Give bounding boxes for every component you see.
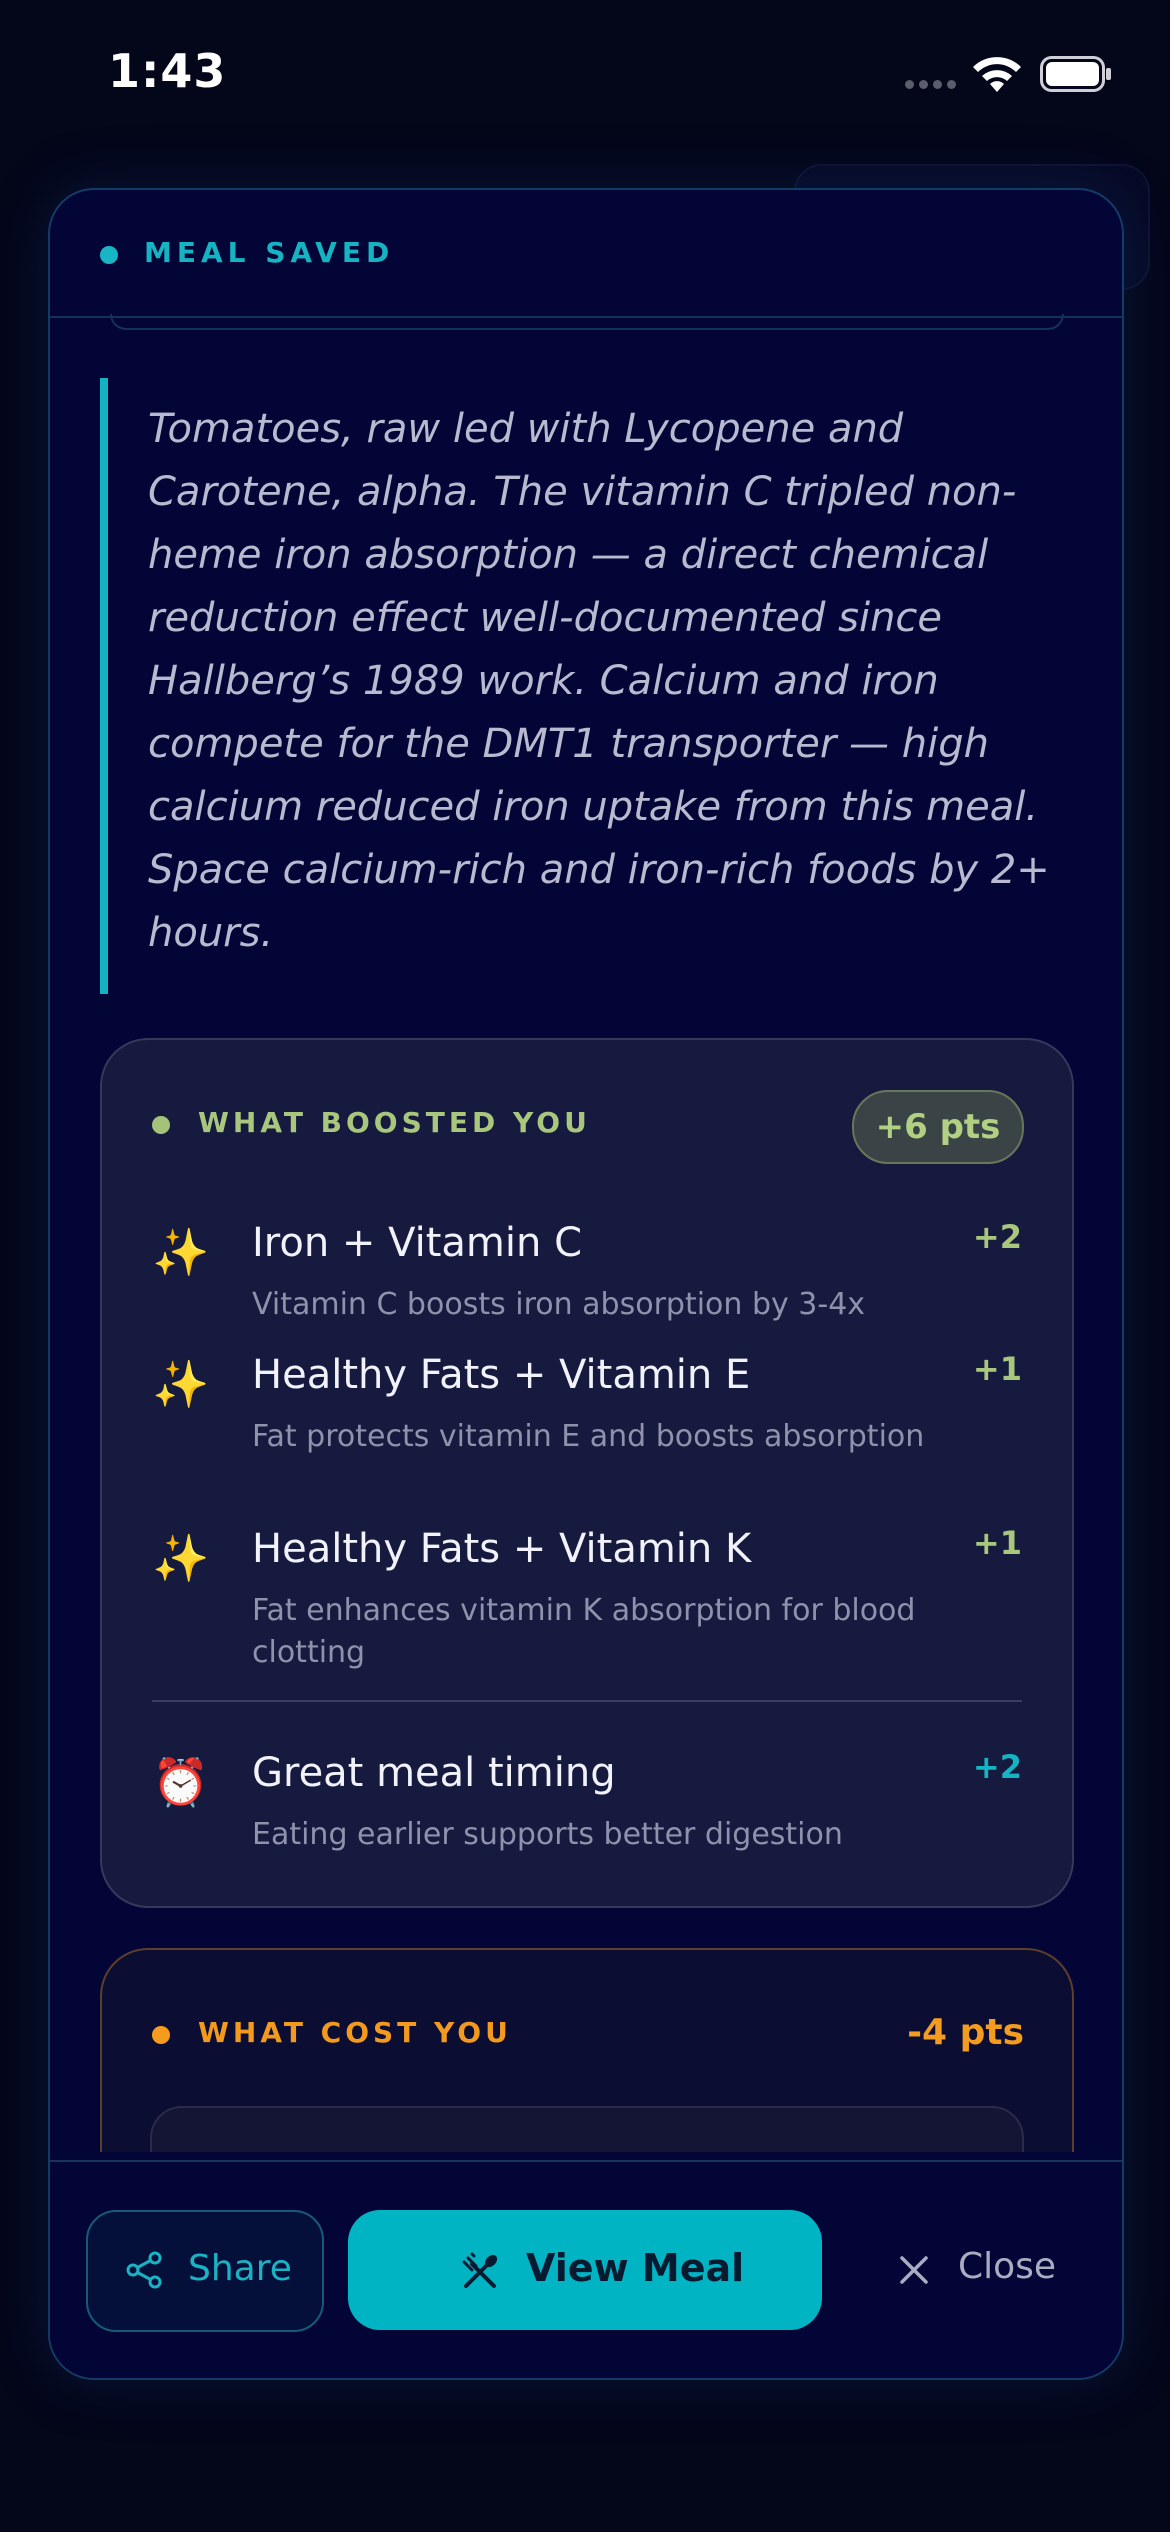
timing-points: +2	[972, 1748, 1022, 1786]
status-dot-icon	[100, 246, 118, 264]
boost-item-title: Healthy Fats + Vitamin K	[252, 1526, 752, 1572]
cost-points: -4 pts	[907, 2012, 1024, 2053]
close-label: Close	[958, 2246, 1057, 2287]
sparkles-icon: ✨	[152, 1531, 210, 1585]
boost-item-desc: Vitamin C boosts iron absorption by 3-4x	[252, 1287, 866, 1322]
cost-label: WHAT COST YOU	[198, 2016, 512, 2049]
boosted-label: WHAT BOOSTED YOU	[198, 1106, 591, 1139]
cost-card: WHAT COST YOU -4 pts	[100, 1948, 1074, 2152]
battery-icon	[1040, 56, 1111, 92]
cellular-signal-icon	[905, 80, 959, 92]
boost-item-title: Iron + Vitamin C	[252, 1220, 582, 1266]
boost-item-points: +1	[972, 1524, 1022, 1562]
timing-desc: Eating earlier supports better digestion	[252, 1817, 843, 1852]
timing-title: Great meal timing	[252, 1750, 616, 1796]
share-button[interactable]: Share	[86, 2210, 324, 2332]
modal-scroll-content[interactable]: Tomatoes, raw led with Lycopene and Caro…	[50, 318, 1122, 2152]
meal-saved-modal: MEAL SAVED Tomatoes, raw led with Lycope…	[48, 188, 1124, 2380]
status-bar: 1:43	[0, 0, 1170, 150]
utensils-icon	[462, 2252, 498, 2288]
boost-item-points: +2	[972, 1218, 1022, 1256]
boosted-card: WHAT BOOSTED YOU +6 pts ✨ Iron + Vitamin…	[100, 1038, 1074, 1908]
alarm-clock-icon: ⏰	[152, 1755, 210, 1809]
sparkles-icon: ✨	[152, 1225, 210, 1279]
boost-item-desc: Fat protects vitamin E and boosts absorp…	[252, 1419, 925, 1454]
section-divider	[152, 1700, 1022, 1702]
boost-item-desc: Fat enhances vitamin K absorption for bl…	[252, 1593, 916, 1670]
share-icon	[126, 2251, 162, 2289]
cost-dot-icon	[152, 2026, 170, 2044]
status-time: 1:43	[108, 44, 227, 98]
boosted-points-badge: +6 pts	[852, 1090, 1024, 1164]
close-button[interactable]: Close	[860, 2210, 1090, 2328]
sparkles-icon: ✨	[152, 1357, 210, 1411]
boost-dot-icon	[152, 1116, 170, 1134]
share-label: Share	[188, 2248, 292, 2289]
view-meal-button[interactable]: View Meal	[348, 2210, 822, 2330]
wifi-icon	[973, 57, 1021, 92]
cost-item	[150, 2106, 1024, 2152]
modal-title: MEAL SAVED	[144, 236, 395, 269]
modal-footer: Share View Meal Close	[50, 2160, 1122, 2378]
boost-item-title: Healthy Fats + Vitamin E	[252, 1352, 751, 1398]
close-icon	[900, 2256, 928, 2284]
view-meal-label: View Meal	[526, 2246, 745, 2290]
modal-header: MEAL SAVED	[50, 190, 1122, 318]
boost-item-points: +1	[972, 1350, 1022, 1388]
explanation-text: Tomatoes, raw led with Lycopene and Caro…	[148, 406, 1050, 956]
nutrition-explanation: Tomatoes, raw led with Lycopene and Caro…	[100, 378, 1068, 994]
